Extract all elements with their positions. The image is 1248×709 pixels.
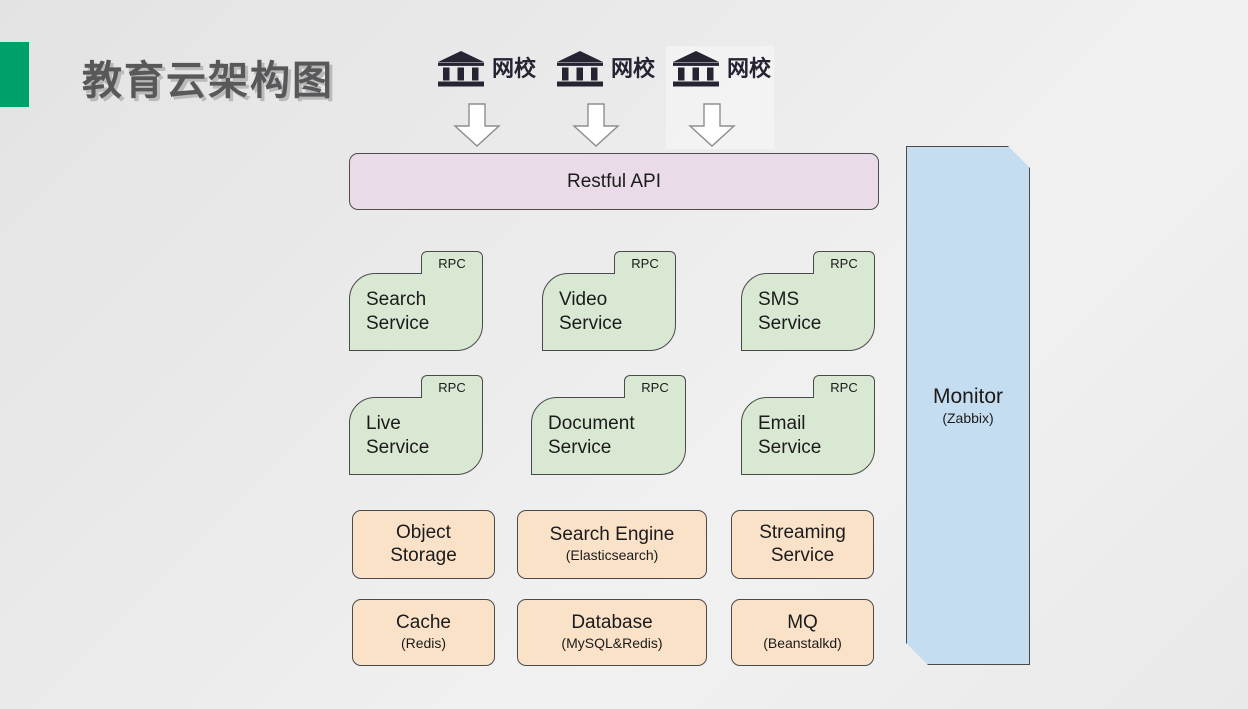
service-box-body: Email Service xyxy=(741,397,875,475)
slide-canvas: 教育云架构图 网校 网校 网校 Restful API RPC Search S… xyxy=(0,0,1248,709)
client-label: 网校 xyxy=(727,56,772,81)
rpc-tab: RPC xyxy=(421,375,483,398)
infra-sub-label: Storage xyxy=(390,544,457,566)
infra-sub-label: (Redis) xyxy=(400,635,447,652)
down-arrow-icon xyxy=(453,103,501,147)
rpc-tab-label: RPC xyxy=(438,255,466,271)
bank-icon xyxy=(438,51,484,87)
service-box-live[interactable]: RPC Live Service xyxy=(349,375,483,475)
service-name-line1: Video xyxy=(559,289,608,311)
infra-box-object-storage[interactable]: Object Storage xyxy=(352,510,495,579)
service-name-line2: Service xyxy=(366,313,430,334)
rpc-tab: RPC xyxy=(813,375,875,398)
infra-box-mq[interactable]: MQ (Beanstalkd) xyxy=(731,599,874,666)
monitor-main-label: Monitor xyxy=(932,385,1004,408)
infra-box-streaming-service[interactable]: Streaming Service xyxy=(731,510,874,579)
service-box-document[interactable]: RPC Document Service xyxy=(531,375,686,475)
rpc-tab: RPC xyxy=(421,251,483,274)
client-row: 网校 xyxy=(437,46,567,92)
infra-main-label: MQ xyxy=(787,612,818,634)
rpc-tab-label: RPC xyxy=(830,255,858,271)
service-name-line2: Service xyxy=(758,313,822,334)
client-group-3: 网校 xyxy=(672,46,802,147)
infra-box-search-engine[interactable]: Search Engine (Elasticsearch) xyxy=(517,510,707,579)
service-box-body: Video Service xyxy=(542,273,676,351)
client-row: 网校 xyxy=(672,46,802,92)
bank-icon xyxy=(557,51,603,87)
infra-main-label: Database xyxy=(571,612,653,634)
service-name-line2: Service xyxy=(758,437,822,458)
restful-api-label: Restful API xyxy=(567,170,661,192)
service-box-body: Document Service xyxy=(531,397,686,475)
rpc-tab: RPC xyxy=(614,251,676,274)
client-label: 网校 xyxy=(611,56,656,81)
page-title: 教育云架构图 xyxy=(82,59,334,103)
rpc-tab-label: RPC xyxy=(641,379,669,395)
infra-box-database[interactable]: Database (MySQL&Redis) xyxy=(517,599,707,666)
rpc-tab: RPC xyxy=(813,251,875,274)
service-name-line1: Live xyxy=(366,413,401,435)
rpc-tab-label: RPC xyxy=(438,379,466,395)
infra-sub-label: (MySQL&Redis) xyxy=(561,635,663,652)
infra-sub-label: (Beanstalkd) xyxy=(763,635,842,652)
service-name-line1: Search xyxy=(366,289,427,311)
client-label: 网校 xyxy=(492,56,537,81)
restful-api-box[interactable]: Restful API xyxy=(349,153,879,210)
service-name-line2: Service xyxy=(366,437,430,458)
service-name-line1: SMS xyxy=(758,289,800,311)
infra-main-label: Search Engine xyxy=(549,524,675,546)
service-box-body: SMS Service xyxy=(741,273,875,351)
rpc-tab: RPC xyxy=(624,375,686,398)
infra-sub-label: Service xyxy=(770,544,835,566)
rpc-tab-label: RPC xyxy=(830,379,858,395)
service-box-body: Search Service xyxy=(349,273,483,351)
title-accent-bar xyxy=(0,42,29,107)
service-name-line1: Document xyxy=(548,413,635,435)
service-box-email[interactable]: RPC Email Service xyxy=(741,375,875,475)
service-box-sms[interactable]: RPC SMS Service xyxy=(741,251,875,351)
client-group-1: 网校 xyxy=(437,46,567,147)
down-arrow-icon xyxy=(572,103,620,147)
infra-main-label: Cache xyxy=(396,612,451,634)
client-group-2: 网校 xyxy=(556,46,686,147)
service-name-line1: Email xyxy=(758,413,806,435)
monitor-panel[interactable]: Monitor (Zabbix) xyxy=(906,146,1030,665)
infra-sub-label: (Elasticsearch) xyxy=(565,547,659,564)
down-arrow-icon xyxy=(688,103,736,147)
infra-main-label: Streaming xyxy=(759,521,846,543)
service-box-video[interactable]: RPC Video Service xyxy=(542,251,676,351)
client-row: 网校 xyxy=(556,46,686,92)
monitor-sub-label: (Zabbix) xyxy=(942,410,994,427)
rpc-tab-label: RPC xyxy=(631,255,659,271)
service-box-search[interactable]: RPC Search Service xyxy=(349,251,483,351)
service-name-line2: Service xyxy=(548,437,612,458)
service-name-line2: Service xyxy=(559,313,623,334)
monitor-label-group: Monitor (Zabbix) xyxy=(906,384,1030,427)
infra-box-cache[interactable]: Cache (Redis) xyxy=(352,599,495,666)
service-box-body: Live Service xyxy=(349,397,483,475)
infra-main-label: Object xyxy=(396,521,451,543)
bank-icon xyxy=(673,51,719,87)
